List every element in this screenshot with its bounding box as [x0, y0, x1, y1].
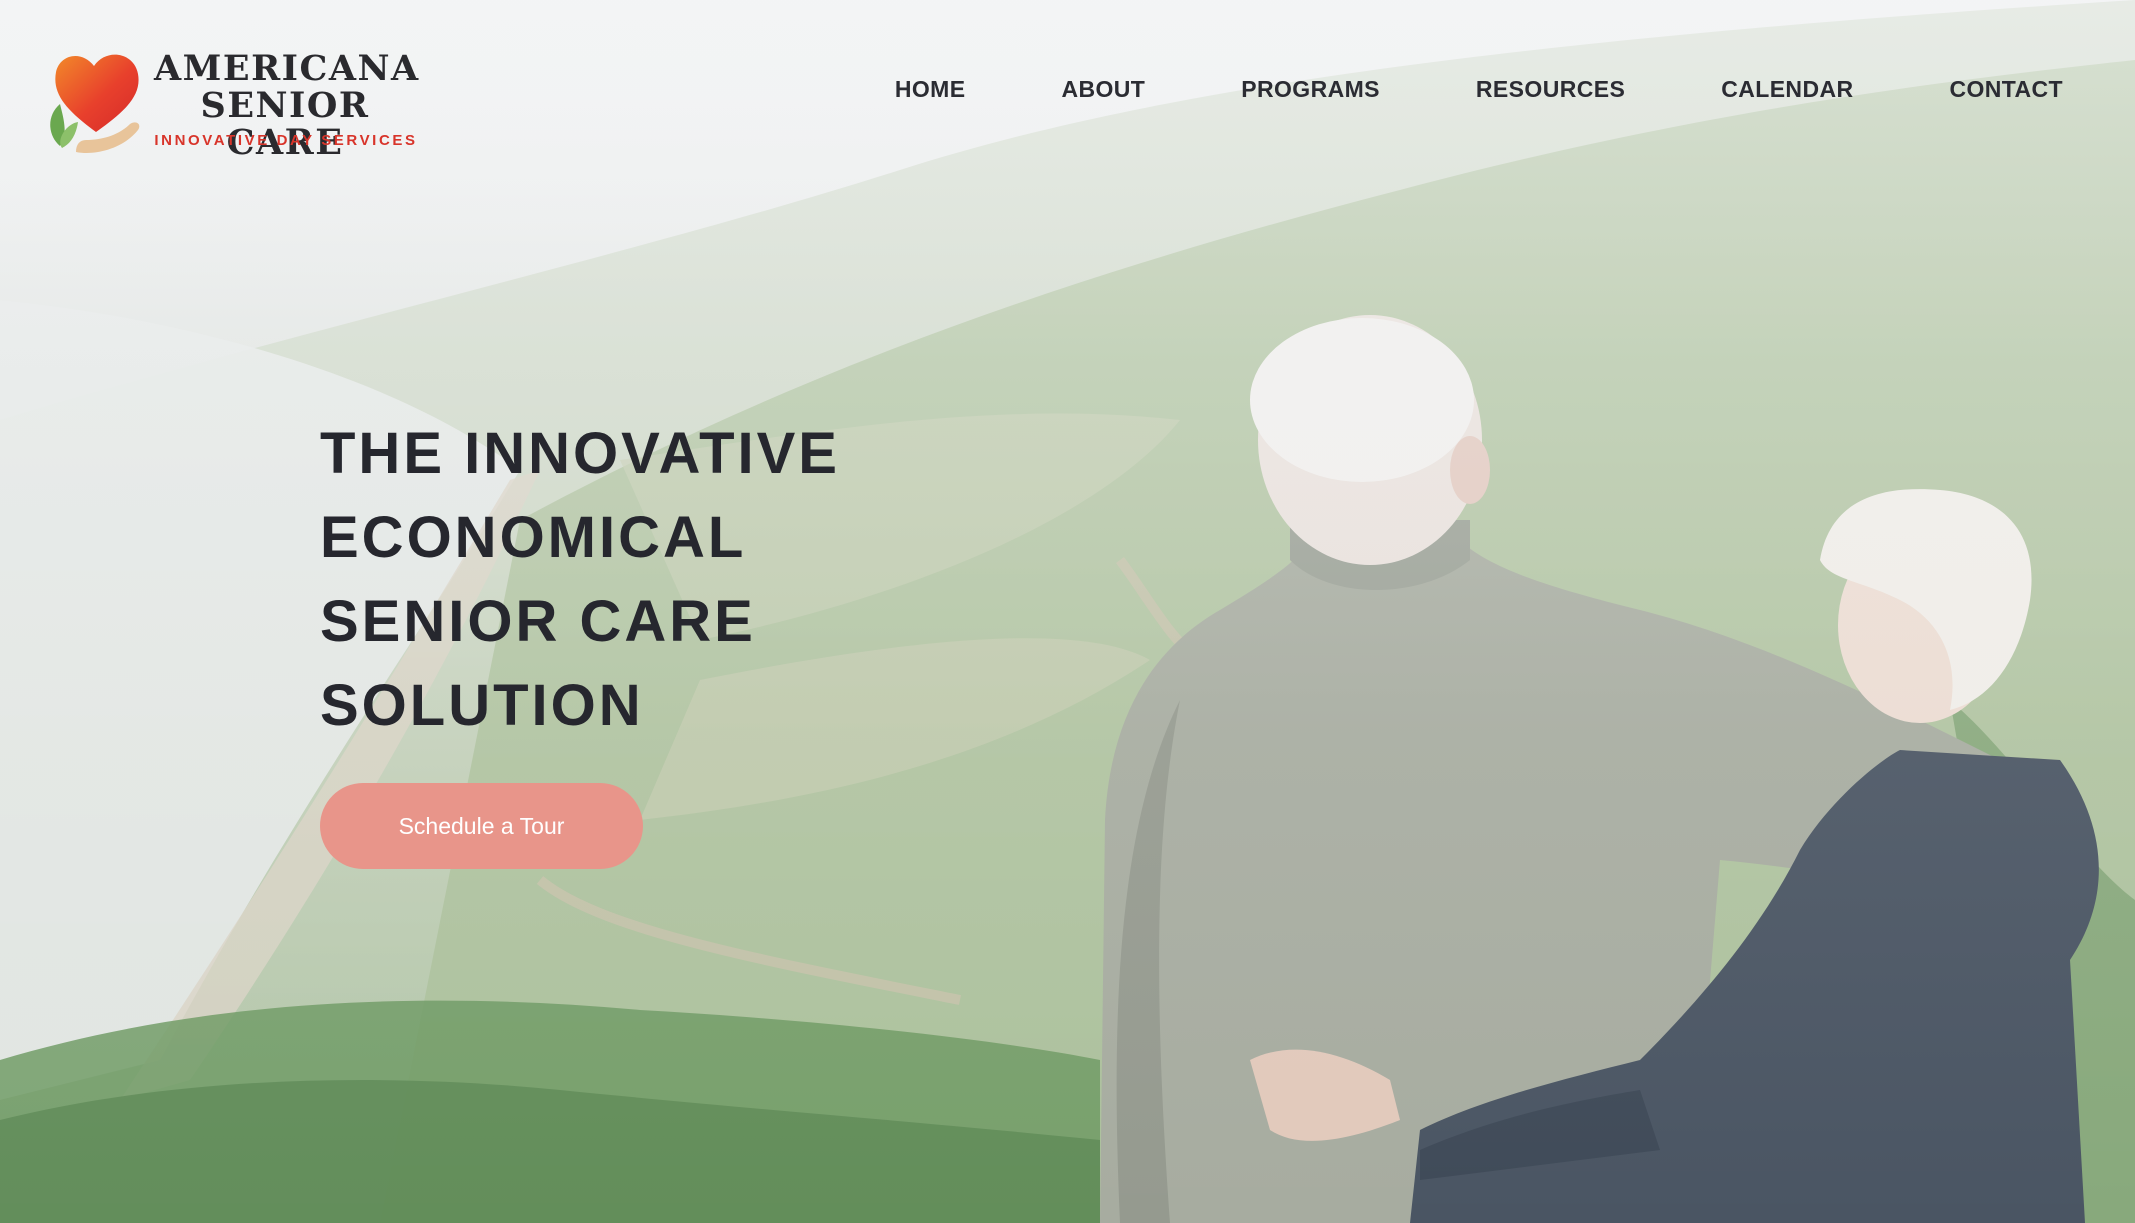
nav-programs[interactable]: PROGRAMS [1241, 72, 1380, 107]
heart-hands-leaf-icon [50, 54, 140, 154]
nav-resources[interactable]: RESOURCES [1476, 72, 1625, 107]
site-logo[interactable]: AMERICANA SENIOR CARE INNOVATIVE DAY SER… [46, 44, 420, 161]
logo-name-line2: SENIOR CARE [200, 85, 370, 163]
hero-title-line: SOLUTION [320, 673, 644, 738]
hero-title-line: SENIOR CARE [320, 589, 756, 654]
main-navigation: HOME ABOUT PROGRAMS RESOURCES CALENDAR C… [895, 72, 2063, 107]
nav-about[interactable]: ABOUT [1061, 72, 1145, 107]
nav-calendar[interactable]: CALENDAR [1721, 72, 1853, 107]
logo-name-line1: AMERICANA [154, 48, 420, 89]
schedule-tour-button[interactable]: Schedule a Tour [320, 783, 643, 869]
site-header: AMERICANA SENIOR CARE INNOVATIVE DAY SER… [0, 0, 2135, 170]
hero-section: THE INNOVATIVE ECONOMICAL SENIOR CARE SO… [320, 412, 1040, 869]
hero-title-line: THE INNOVATIVE [320, 421, 840, 486]
nav-home[interactable]: HOME [895, 72, 966, 107]
nav-contact[interactable]: CONTACT [1949, 72, 2063, 107]
hero-title-line: ECONOMICAL [320, 505, 747, 570]
logo-tagline: INNOVATIVE DAY SERVICES [154, 132, 418, 149]
hero-title: THE INNOVATIVE ECONOMICAL SENIOR CARE SO… [320, 412, 1040, 748]
